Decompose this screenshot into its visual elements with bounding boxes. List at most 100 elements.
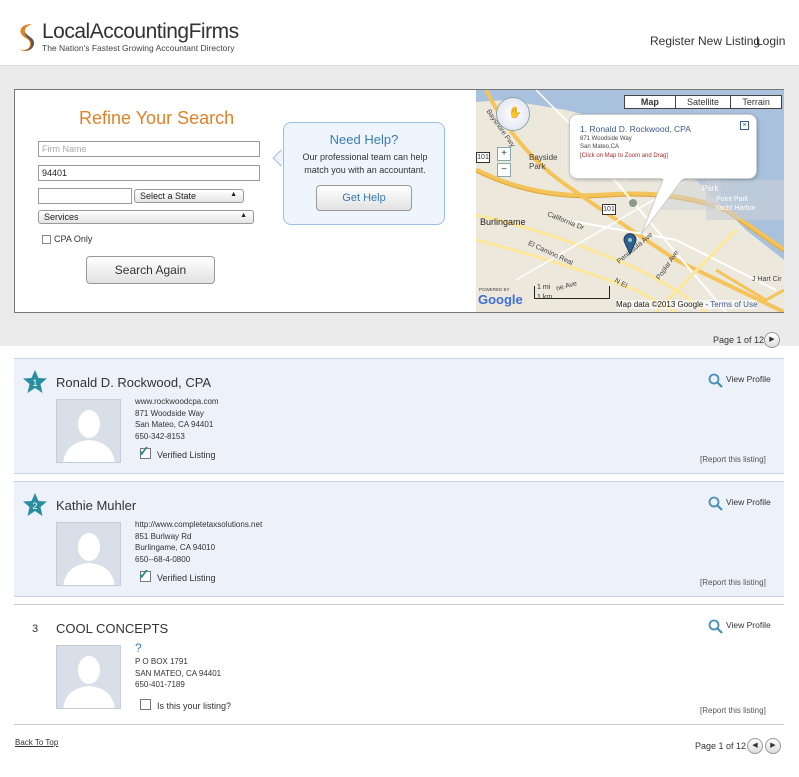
- map-scale-bar: 1 mi 1 km: [534, 284, 610, 301]
- map-popup-title[interactable]: 1. Ronald D. Rockwood, CPA: [580, 124, 691, 134]
- close-icon[interactable]: ×: [740, 121, 749, 130]
- report-listing-link[interactable]: [Report this listing]: [700, 455, 766, 464]
- person-silhouette-icon: [63, 410, 115, 462]
- map-highway-101-shield: 101: [476, 152, 490, 163]
- map-pan-control[interactable]: ✋: [496, 97, 530, 131]
- person-silhouette-icon: [63, 533, 115, 585]
- zip-code-input[interactable]: [38, 165, 260, 181]
- claim-listing-label[interactable]: Is this your listing?: [157, 701, 231, 711]
- verified-label: Verified Listing: [157, 573, 216, 583]
- map-attribution-text: Map data ©2013 Google -: [616, 300, 711, 309]
- listing-phone: 650-401-7189: [135, 680, 185, 689]
- map-type-control: Map Satellite Terrain: [624, 95, 782, 109]
- listing-city: San Mateo, CA 94401: [135, 420, 214, 429]
- view-profile-link[interactable]: View Profile: [726, 497, 771, 507]
- rank-number: 2: [32, 501, 37, 511]
- listing-city: Burlingame, CA 94010: [135, 543, 216, 552]
- rank-number: 3: [32, 623, 39, 635]
- magnifier-icon[interactable]: [708, 496, 724, 512]
- map-type-map[interactable]: Map: [625, 96, 676, 108]
- brand-logo-icon[interactable]: [16, 22, 38, 54]
- login-link[interactable]: Login: [756, 34, 785, 48]
- listing-details: www.rockwoodcpa.com 871 Woodside Way San…: [135, 396, 219, 442]
- site-header: LocalAccountingFirms The Nation's Fastes…: [0, 0, 799, 66]
- map-info-window-tail: [640, 177, 685, 236]
- cpa-only-checkbox[interactable]: [42, 235, 51, 244]
- cpa-only-label: CPA Only: [54, 234, 93, 244]
- map-info-window: 1. Ronald D. Rockwood, CPA 871 Woodside …: [569, 114, 757, 179]
- need-help-panel: Need Help? Our professional team can hel…: [283, 122, 445, 225]
- listing-address: 851 Burlway Rd: [135, 531, 192, 541]
- claim-listing-checkbox[interactable]: [140, 699, 151, 710]
- listing-address: 871 Woodside Way: [135, 408, 204, 418]
- firm-name-input[interactable]: [38, 141, 260, 157]
- state-select[interactable]: Select a State ▲: [134, 189, 244, 203]
- map-popup-city: San Mateo,CA: [580, 144, 620, 150]
- listing-details: http://www.completetaxsolutions.net 851 …: [135, 519, 262, 565]
- magnifier-icon[interactable]: [708, 619, 724, 635]
- view-profile-link[interactable]: View Profile: [726, 374, 771, 384]
- listing-website[interactable]: ?: [135, 641, 221, 656]
- avatar: [56, 522, 121, 586]
- pager-bottom-label: Page 1 of 12: [695, 741, 747, 751]
- back-to-top-link[interactable]: Back To Top: [15, 738, 58, 747]
- search-again-button[interactable]: Search Again: [86, 256, 215, 284]
- refine-search-title: Refine Your Search: [79, 108, 235, 128]
- listing-card: 3 COOL CONCEPTS ? P O BOX 1791 SAN MATEO…: [14, 604, 784, 725]
- listing-name[interactable]: COOL CONCEPTS: [56, 621, 168, 636]
- listing-card: 2 Kathie Muhler http://www.completetaxso…: [14, 481, 784, 597]
- map-highway-101-shield: 101: [602, 204, 616, 215]
- listing-name[interactable]: Ronald D. Rockwood, CPA: [56, 375, 211, 390]
- map-attribution: Map data ©2013 Google - Terms of Use: [616, 300, 758, 309]
- select-arrows-icon: ▲: [240, 212, 247, 219]
- person-silhouette-icon: [63, 656, 115, 708]
- map-type-satellite[interactable]: Satellite: [676, 96, 732, 108]
- zoom-out-button[interactable]: −: [497, 163, 511, 177]
- map-terms-link[interactable]: Terms of Use: [710, 300, 757, 309]
- verified-label: Verified Listing: [157, 450, 216, 460]
- avatar: [56, 645, 121, 709]
- checkmark-icon: ✓: [138, 566, 150, 582]
- magnifier-icon[interactable]: [708, 373, 724, 389]
- listing-address: P O BOX 1791: [135, 657, 188, 666]
- zoom-in-button[interactable]: +: [497, 147, 511, 161]
- avatar: [56, 399, 121, 463]
- brand-name[interactable]: LocalAccountingFirms: [42, 20, 239, 44]
- google-logo[interactable]: Google: [478, 292, 523, 307]
- map-label-park: Park: [702, 184, 719, 193]
- services-select[interactable]: Services ▲: [38, 210, 254, 224]
- checkmark-icon: ✓: [138, 443, 150, 459]
- rank-number: 1: [32, 378, 37, 388]
- report-listing-link[interactable]: [Report this listing]: [700, 706, 766, 715]
- map-marker-icon[interactable]: [623, 233, 637, 255]
- listing-phone: 650--68-4-0800: [135, 554, 191, 564]
- listing-details: ? P O BOX 1791 SAN MATEO, CA 94401 650-4…: [135, 641, 221, 691]
- listing-website[interactable]: www.rockwoodcpa.com: [135, 396, 219, 408]
- next-page-button[interactable]: ▶: [764, 332, 780, 348]
- map-label-point-park: Point Park: [716, 196, 749, 203]
- results-map[interactable]: Bayside Park Burlingame California Dr El…: [476, 90, 784, 312]
- state-select-label: Select a State: [140, 191, 197, 201]
- next-page-button[interactable]: ▶: [765, 738, 781, 754]
- listing-name[interactable]: Kathie Muhler: [56, 498, 136, 513]
- listing-website[interactable]: http://www.completetaxsolutions.net: [135, 519, 262, 531]
- need-help-text: Our professional team can help match you…: [302, 152, 428, 175]
- select-arrows-icon: ▲: [230, 191, 237, 198]
- rank-star-icon: 1: [23, 370, 47, 393]
- get-help-button[interactable]: Get Help: [316, 185, 412, 211]
- prev-page-button[interactable]: ◀: [747, 738, 763, 754]
- report-listing-link[interactable]: [Report this listing]: [700, 578, 766, 587]
- map-popup-address: 871 Woodside Way: [580, 136, 632, 142]
- map-type-terrain[interactable]: Terrain: [731, 96, 781, 108]
- register-listing-link[interactable]: Register New Listing: [650, 34, 760, 48]
- map-label-j-hart: J Hart Cir: [752, 276, 782, 283]
- map-label-yacht-harbor: Yacht Harbor: [715, 205, 756, 212]
- map-scale-km: 1 km: [537, 294, 553, 301]
- need-help-title: Need Help?: [329, 132, 399, 147]
- city-input[interactable]: [38, 188, 132, 204]
- map-label-burlingame: Burlingame: [480, 217, 526, 227]
- view-profile-link[interactable]: View Profile: [726, 620, 771, 630]
- pager-top-label: Page 1 of 12: [713, 335, 765, 345]
- map-label-bayside-park: Bayside Park: [529, 153, 558, 171]
- pan-hand-icon: ✋: [508, 107, 522, 119]
